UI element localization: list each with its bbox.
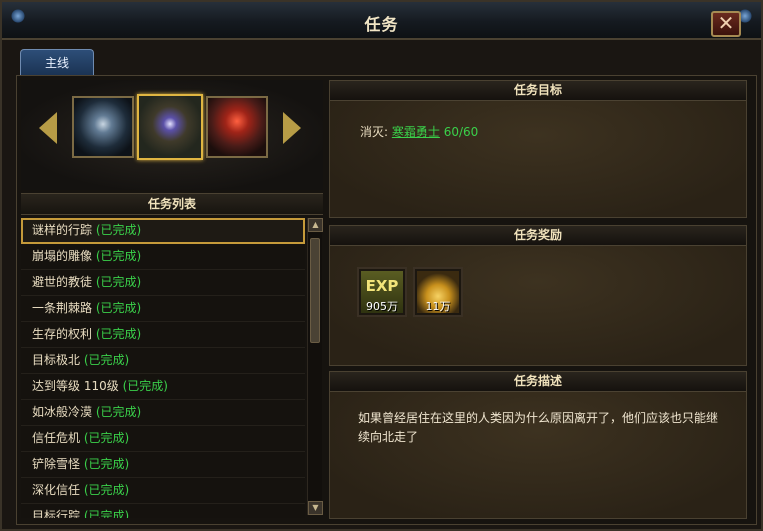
quest-reward-panel: 任务奖励 EXP 905万 11万 <box>329 225 747 366</box>
quest-name: 信任危机 <box>32 431 81 445</box>
tab-main-quest[interactable]: 主线 <box>20 49 94 76</box>
quest-name: 如冰般冷漠 <box>32 405 93 419</box>
quest-goal-panel: 任务目标 消灭: 寒霜勇士 60/60 <box>329 80 747 218</box>
quest-list-item[interactable]: 目标行踪 (已完成) <box>21 504 305 518</box>
close-button[interactable]: ✕ <box>711 11 741 37</box>
quest-description-text: 如果曾经居住在这里的人类因为什么原因离开了，他们应该也只能继续向北走了 <box>358 411 719 444</box>
reward-amount: 905万 <box>366 300 398 313</box>
quest-status: (已完成) <box>95 405 142 419</box>
quest-goal-header: 任务目标 <box>330 81 746 101</box>
quest-status: (已完成) <box>95 327 142 341</box>
quest-description-panel: 任务描述 如果曾经居住在这里的人类因为什么原因离开了，他们应该也只能继续向北走了 <box>329 371 747 519</box>
reward-item-exp[interactable]: EXP 905万 <box>357 267 407 317</box>
quest-name: 目标行踪 <box>32 509 81 518</box>
quest-list-item[interactable]: 避世的教徒 (已完成) <box>21 270 305 296</box>
quest-status: (已完成) <box>122 379 168 393</box>
quest-list: 谜样的行踪 (已完成) 崩塌的雕像 (已完成) 避世的教徒 (已完成) 一条荆棘… <box>21 218 305 518</box>
quest-window: 任务 ✕ 主线 任务列表 谜样的行踪 (已完成) 崩塌的雕像 (已完成) 避世的… <box>0 0 763 531</box>
scroll-thumb[interactable] <box>310 238 320 343</box>
quest-name: 避世的教徒 <box>32 275 93 289</box>
quest-status: (已完成) <box>83 509 130 518</box>
quest-reward-header: 任务奖励 <box>330 226 746 246</box>
npc-portrait-demon[interactable] <box>206 96 268 158</box>
quest-list-item[interactable]: 一条荆棘路 (已完成) <box>21 296 305 322</box>
quest-list-item[interactable]: 生存的权利 (已完成) <box>21 322 305 348</box>
scroll-up-icon[interactable]: ▲ <box>308 218 323 232</box>
goal-target-link[interactable]: 寒霜勇士 <box>392 125 440 139</box>
left-panel: 任务列表 谜样的行踪 (已完成) 崩塌的雕像 (已完成) 避世的教徒 (已完成)… <box>21 80 323 520</box>
quest-name: 达到等级 110级 <box>32 379 119 393</box>
reward-item-gold[interactable]: 11万 <box>413 267 463 317</box>
quest-status: (已完成) <box>83 457 130 471</box>
quest-status: (已完成) <box>95 301 142 315</box>
quest-list-item[interactable]: 谜样的行踪 (已完成) <box>21 218 305 244</box>
quest-list-item[interactable]: 深化信任 (已完成) <box>21 478 305 504</box>
title-bar: 任务 <box>2 2 761 40</box>
quest-list-scrollbar[interactable]: ▲ ▼ <box>307 218 323 515</box>
quest-list-item[interactable]: 铲除雪怪 (已完成) <box>21 452 305 478</box>
quest-name: 崩塌的雕像 <box>32 249 93 263</box>
goal-prefix: 消灭: <box>360 125 389 139</box>
carousel-next-arrow-icon[interactable] <box>283 112 301 144</box>
quest-status: (已完成) <box>95 275 142 289</box>
goal-count: 60/60 <box>443 125 479 139</box>
quest-name: 谜样的行踪 <box>32 223 93 237</box>
quest-name: 铲除雪怪 <box>32 457 81 471</box>
reward-amount: 11万 <box>425 300 451 313</box>
carousel-prev-arrow-icon[interactable] <box>39 112 57 144</box>
quest-status: (已完成) <box>95 223 142 237</box>
quest-description-header: 任务描述 <box>330 372 746 392</box>
npc-carousel <box>21 80 323 190</box>
quest-name: 深化信任 <box>32 483 81 497</box>
npc-portrait-selected[interactable] <box>137 94 203 160</box>
quest-status: (已完成) <box>95 249 142 263</box>
scroll-down-icon[interactable]: ▼ <box>308 501 323 515</box>
quest-list-item[interactable]: 信任危机 (已完成) <box>21 426 305 452</box>
npc-portrait-skull[interactable] <box>72 96 134 158</box>
quest-name: 生存的权利 <box>32 327 93 341</box>
quest-name: 目标极北 <box>32 353 81 367</box>
quest-status: (已完成) <box>83 483 130 497</box>
quest-status: (已完成) <box>83 353 130 367</box>
quest-list-item[interactable]: 如冰般冷漠 (已完成) <box>21 400 305 426</box>
quest-list-item[interactable]: 崩塌的雕像 (已完成) <box>21 244 305 270</box>
window-title: 任务 <box>364 15 399 34</box>
quest-list-item[interactable]: 目标极北 (已完成) <box>21 348 305 374</box>
quest-list-header: 任务列表 <box>21 193 323 215</box>
quest-list-item[interactable]: 达到等级 110级 (已完成) <box>21 374 305 400</box>
quest-status: (已完成) <box>83 431 130 445</box>
quest-goal-line: 消灭: 寒霜勇士 60/60 <box>360 123 478 140</box>
quest-name: 一条荆棘路 <box>32 301 93 315</box>
